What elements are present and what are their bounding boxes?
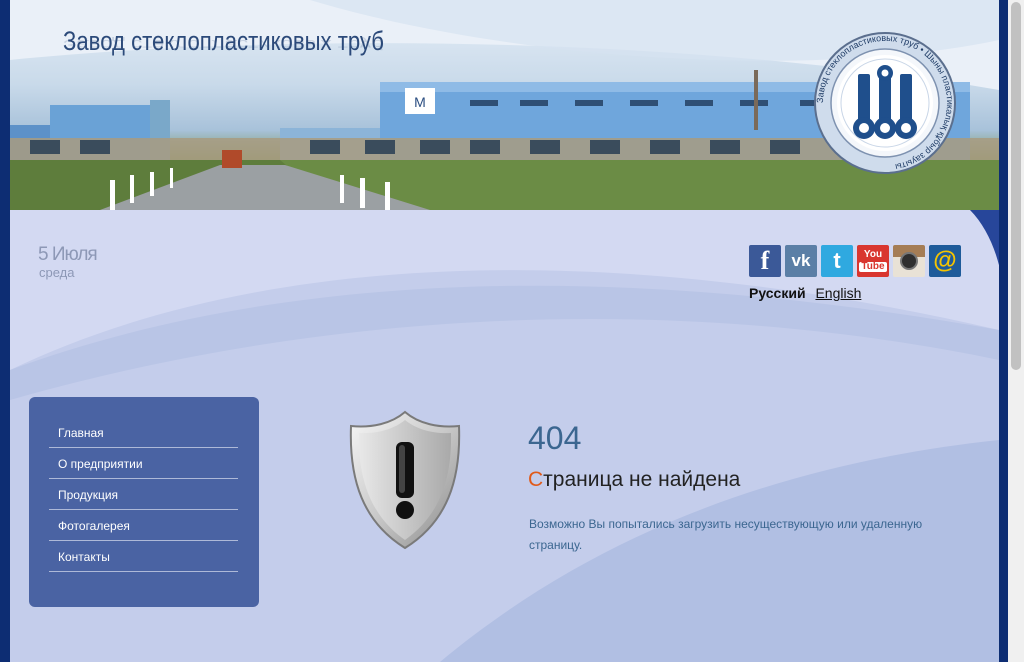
- social-links: f vk t You Tube @: [749, 245, 961, 277]
- error-title-rest: траница не найдена: [543, 468, 741, 491]
- scrollbar-thumb[interactable]: [1011, 2, 1021, 370]
- page: M Завод стеклопластиковых труб Завод сте…: [10, 0, 999, 662]
- twitter-icon[interactable]: t: [821, 245, 853, 277]
- menu-item-contacts[interactable]: Контакты: [49, 541, 238, 572]
- language-english-link[interactable]: English: [815, 285, 861, 301]
- current-weekday: среда: [39, 265, 75, 280]
- warning-shield-icon: [349, 410, 461, 550]
- error-message: Возможно Вы попытались загрузить несущес…: [529, 517, 923, 552]
- instagram-icon[interactable]: [893, 245, 925, 277]
- menu-item-gallery[interactable]: Фотогалерея: [49, 510, 238, 541]
- vk-icon[interactable]: vk: [785, 245, 817, 277]
- company-logo[interactable]: Завод стеклопластиковых труб • Шыны плас…: [810, 28, 960, 178]
- language-current[interactable]: Русский: [749, 285, 806, 301]
- language-switcher: Русский English: [749, 285, 861, 301]
- main-menu: Главная О предприятии Продукция Фотогале…: [29, 397, 259, 607]
- error-title: Страница не найдена: [528, 468, 740, 492]
- menu-item-home[interactable]: Главная: [49, 417, 238, 448]
- facebook-icon[interactable]: f: [749, 245, 781, 277]
- vertical-scrollbar[interactable]: [1008, 0, 1024, 662]
- current-date: 5 Июля: [38, 244, 98, 265]
- youtube-icon[interactable]: You Tube: [857, 245, 889, 277]
- error-title-initial: С: [528, 468, 544, 491]
- menu-item-products[interactable]: Продукция: [49, 479, 238, 510]
- site-title-reflection: Завод стеклопластиковых труб: [63, 37, 384, 52]
- header-banner: M Завод стеклопластиковых труб Завод сте…: [10, 0, 999, 210]
- mail-icon[interactable]: @: [929, 245, 961, 277]
- error-code: 404: [528, 420, 582, 456]
- page-frame-edge: [999, 0, 1008, 662]
- svg-text:M: M: [414, 94, 426, 110]
- menu-item-about[interactable]: О предприятии: [49, 448, 238, 479]
